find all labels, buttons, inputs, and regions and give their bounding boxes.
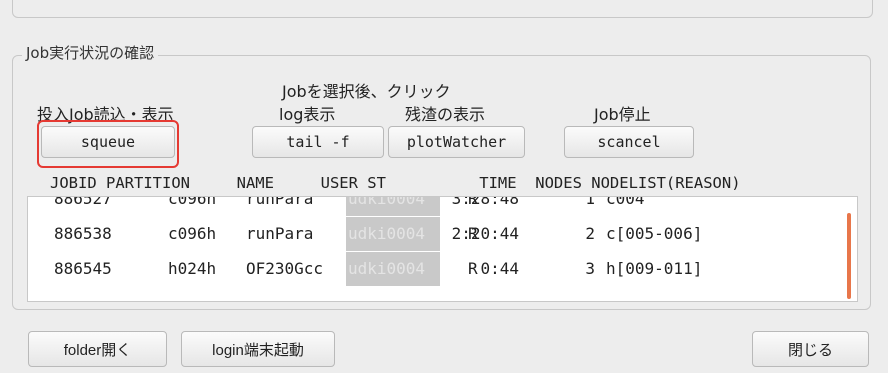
tail-button[interactable]: tail -f bbox=[252, 126, 384, 158]
scrollbar[interactable] bbox=[847, 213, 851, 299]
nodelist-cell: h[009-011] bbox=[606, 259, 703, 278]
nodes-cell: 2 bbox=[585, 224, 595, 243]
table-row[interactable]: 886538 c096h runPara udki0004 R 2:20:44 … bbox=[28, 217, 857, 251]
close-button[interactable]: 閉じる bbox=[752, 331, 869, 367]
time-cell: 0:44 bbox=[480, 259, 519, 278]
folder-open-button[interactable]: folder開く bbox=[28, 331, 167, 367]
stop-label: Job停止 bbox=[594, 105, 651, 124]
top-frame bbox=[12, 0, 873, 18]
time-cell: 2:20:44 bbox=[451, 224, 519, 243]
jobid-cell: 886545 bbox=[54, 259, 112, 278]
select-hint-label: Jobを選択後、クリック bbox=[282, 82, 451, 101]
residual-label: 残渣の表示 bbox=[405, 105, 486, 124]
jobid-cell: 886527 bbox=[54, 196, 112, 208]
state-cell: R bbox=[468, 259, 478, 278]
name-cell: runPara bbox=[246, 224, 314, 243]
time-cell: 3:28:48 bbox=[451, 196, 519, 208]
user-cell: udki0004 bbox=[346, 197, 440, 216]
login-terminal-button[interactable]: login端末起動 bbox=[181, 331, 335, 367]
highlight-box bbox=[37, 120, 179, 168]
partition-cell: c096h bbox=[168, 196, 217, 208]
jobid-cell: 886538 bbox=[54, 224, 112, 243]
table-row[interactable]: 886545 h024h OF230Gcc udki0004 R 0:44 3 … bbox=[28, 252, 857, 286]
nodes-cell: 3 bbox=[585, 259, 595, 278]
group-title: Job実行状況の確認 bbox=[22, 42, 159, 63]
log-label: log表示 bbox=[279, 105, 336, 124]
table-header: JOBID PARTITION NAME USER ST TIME NODES … bbox=[50, 174, 741, 192]
user-cell: udki0004 bbox=[346, 217, 440, 251]
nodes-cell: 1 bbox=[585, 196, 595, 208]
job-list[interactable]: 886527 c096h runPara udki0004 R 3:28:48 … bbox=[27, 196, 858, 302]
partition-cell: h024h bbox=[168, 259, 217, 278]
name-cell: OF230Gcc bbox=[246, 259, 324, 278]
nodelist-cell: c004 bbox=[606, 196, 645, 208]
table-row[interactable]: 886527 c096h runPara udki0004 R 3:28:48 … bbox=[28, 196, 857, 216]
nodelist-cell: c[005-006] bbox=[606, 224, 703, 243]
user-cell: udki0004 bbox=[346, 252, 440, 286]
plotwatcher-button[interactable]: plotWatcher bbox=[388, 126, 525, 158]
scancel-button[interactable]: scancel bbox=[564, 126, 694, 158]
name-cell: runPara bbox=[246, 196, 314, 208]
partition-cell: c096h bbox=[168, 224, 217, 243]
